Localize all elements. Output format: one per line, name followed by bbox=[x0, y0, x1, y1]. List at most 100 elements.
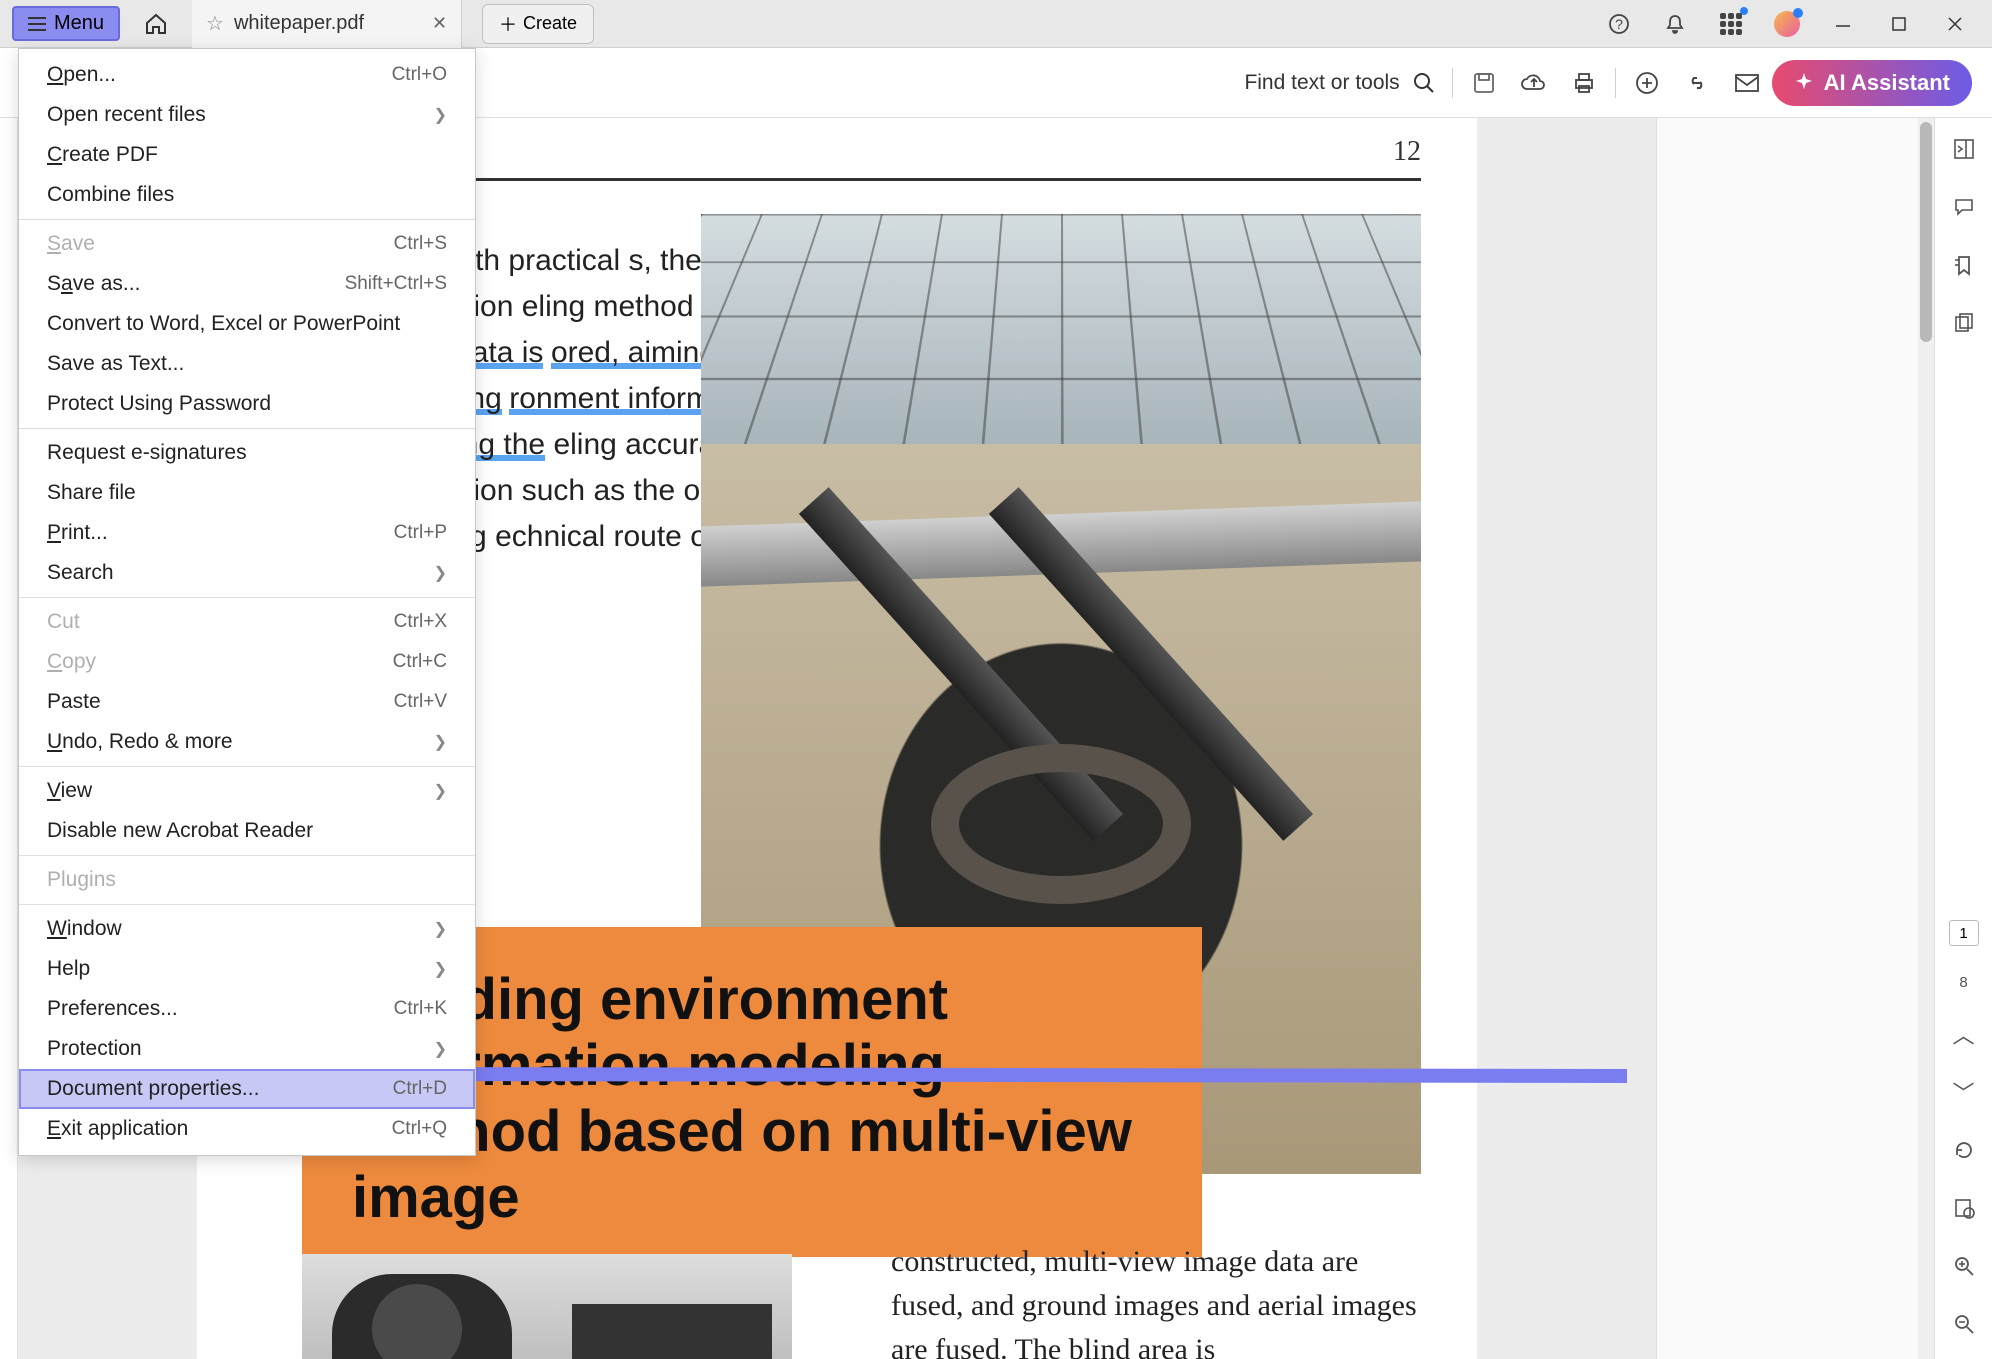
menu-item-save-as[interactable]: Save as...Shift+Ctrl+S bbox=[19, 264, 475, 304]
menu-button[interactable]: Menu bbox=[12, 6, 120, 41]
create-button[interactable]: ＋ Create bbox=[482, 4, 594, 44]
ai-assistant-button[interactable]: AI Assistant bbox=[1772, 60, 1972, 106]
print-icon[interactable] bbox=[1569, 68, 1599, 98]
menu-item-protect-using-password[interactable]: Protect Using Password bbox=[19, 384, 475, 424]
menu-item-share-file[interactable]: Share file bbox=[19, 473, 475, 513]
save-icon[interactable] bbox=[1469, 68, 1499, 98]
menu-item-cut: CutCtrl+X bbox=[19, 602, 475, 642]
menu-item-label: Paste bbox=[47, 690, 101, 714]
tab-title: whitepaper.pdf bbox=[234, 12, 422, 35]
menu-item-label: Save as Text... bbox=[47, 352, 184, 376]
rotate-icon[interactable] bbox=[1949, 1135, 1979, 1165]
menu-separator bbox=[19, 855, 475, 856]
menu-item-label: Request e-signatures bbox=[47, 441, 247, 465]
menu-item-print[interactable]: Print...Ctrl+P bbox=[19, 513, 475, 553]
fit-width-icon[interactable] bbox=[1949, 1193, 1979, 1223]
account-avatar-icon[interactable] bbox=[1774, 11, 1800, 37]
menu-item-help[interactable]: Help❯ bbox=[19, 949, 475, 989]
menu-item-label: Share file bbox=[47, 481, 136, 505]
link-icon[interactable] bbox=[1682, 68, 1712, 98]
notification-bell-icon[interactable] bbox=[1662, 11, 1688, 37]
menu-separator bbox=[19, 766, 475, 767]
menu-item-open[interactable]: Open...Ctrl+O bbox=[19, 55, 475, 95]
tab-close-button[interactable]: ✕ bbox=[432, 13, 447, 34]
help-icon[interactable]: ? bbox=[1606, 11, 1632, 37]
menu-item-label: Print... bbox=[47, 521, 108, 545]
email-icon[interactable] bbox=[1732, 68, 1762, 98]
menu-shortcut: Ctrl+V bbox=[394, 691, 447, 713]
bookmark-icon[interactable] bbox=[1949, 250, 1979, 280]
star-icon[interactable]: ☆ bbox=[206, 11, 224, 36]
menu-item-undo-redo-more[interactable]: Undo, Redo & more❯ bbox=[19, 722, 475, 762]
menu-item-open-recent-files[interactable]: Open recent files❯ bbox=[19, 95, 475, 135]
menu-item-create-pdf[interactable]: Create PDF bbox=[19, 135, 475, 175]
page-down-icon[interactable]: ﹀ bbox=[1949, 1077, 1979, 1107]
chevron-right-icon: ❯ bbox=[434, 781, 447, 801]
scrollbar-thumb[interactable] bbox=[1920, 122, 1932, 342]
menu-item-save-as-text[interactable]: Save as Text... bbox=[19, 344, 475, 384]
menu-item-request-e-signatures[interactable]: Request e-signatures bbox=[19, 433, 475, 473]
menu-shortcut: Ctrl+S bbox=[394, 233, 447, 255]
annotation-arrow bbox=[377, 1056, 1637, 1096]
menu-item-label: Help bbox=[47, 957, 90, 981]
separator bbox=[1615, 68, 1616, 98]
right-tool-rail: 1 8 ︿ ﹀ bbox=[1934, 118, 1992, 1359]
cloud-upload-icon[interactable] bbox=[1519, 68, 1549, 98]
menu-button-label: Menu bbox=[54, 12, 104, 35]
menu-item-disable-new-acrobat-reader[interactable]: Disable new Acrobat Reader bbox=[19, 811, 475, 851]
create-label: Create bbox=[523, 13, 577, 34]
plus-icon: ＋ bbox=[499, 11, 517, 37]
current-page-input[interactable]: 1 bbox=[1949, 920, 1979, 946]
menu-item-preferences[interactable]: Preferences...Ctrl+K bbox=[19, 989, 475, 1029]
side-panel bbox=[1656, 118, 1918, 1359]
menu-item-document-properties[interactable]: Document properties...Ctrl+D bbox=[19, 1069, 475, 1109]
panel-toggle-icon[interactable] bbox=[1949, 134, 1979, 164]
chevron-right-icon: ❯ bbox=[434, 732, 447, 752]
sparkle-icon bbox=[1794, 73, 1814, 93]
page-up-icon[interactable]: ︿ bbox=[1949, 1019, 1979, 1049]
document-tab[interactable]: ☆ whitepaper.pdf ✕ bbox=[192, 0, 462, 48]
menu-item-combine-files[interactable]: Combine files bbox=[19, 175, 475, 215]
menu-item-search[interactable]: Search❯ bbox=[19, 553, 475, 593]
total-pages: 8 bbox=[1959, 974, 1967, 991]
zoom-out-icon[interactable] bbox=[1949, 1309, 1979, 1339]
chevron-right-icon: ❯ bbox=[434, 919, 447, 939]
menu-item-convert-to-word-excel-or-powerpoint[interactable]: Convert to Word, Excel or PowerPoint bbox=[19, 304, 475, 344]
search-icon[interactable] bbox=[1412, 71, 1436, 95]
menu-item-label: View bbox=[47, 779, 92, 803]
pages-icon[interactable] bbox=[1949, 308, 1979, 338]
menu-item-window[interactable]: Window❯ bbox=[19, 909, 475, 949]
menu-shortcut: Ctrl+C bbox=[393, 651, 447, 673]
menu-item-label: Convert to Word, Excel or PowerPoint bbox=[47, 312, 400, 336]
vertical-scrollbar[interactable] bbox=[1918, 118, 1934, 1359]
menu-separator bbox=[19, 597, 475, 598]
home-button[interactable] bbox=[136, 4, 176, 44]
menu-item-view[interactable]: View ❯ bbox=[19, 771, 475, 811]
lower-paragraph: constructed, multi-view image data are f… bbox=[891, 1240, 1421, 1359]
zoom-in-icon[interactable] bbox=[1949, 1251, 1979, 1281]
menu-item-label: Plugins bbox=[47, 868, 116, 892]
menu-shortcut: Ctrl+X bbox=[394, 611, 447, 633]
close-window-icon[interactable] bbox=[1942, 11, 1968, 37]
menu-shortcut: Shift+Ctrl+S bbox=[345, 273, 447, 295]
menu-item-paste[interactable]: Paste Ctrl+V bbox=[19, 682, 475, 722]
svg-text:?: ? bbox=[1615, 16, 1623, 32]
share-people-icon[interactable] bbox=[1632, 68, 1662, 98]
minimize-icon[interactable] bbox=[1830, 11, 1856, 37]
menu-item-label: Protect Using Password bbox=[47, 392, 271, 416]
menu-item-exit-application[interactable]: Exit applicationCtrl+Q bbox=[19, 1109, 475, 1149]
find-tools[interactable]: Find text or tools bbox=[1244, 71, 1435, 95]
window-controls: ? bbox=[1606, 11, 1992, 37]
maximize-icon[interactable] bbox=[1886, 11, 1912, 37]
apps-icon[interactable] bbox=[1718, 11, 1744, 37]
menu-item-protection[interactable]: Protection❯ bbox=[19, 1029, 475, 1069]
comment-icon[interactable] bbox=[1949, 192, 1979, 222]
menu-item-plugins: Plugins bbox=[19, 860, 475, 900]
menu-item-label: Copy bbox=[47, 650, 96, 674]
chevron-right-icon: ❯ bbox=[434, 105, 447, 125]
titlebar: Menu ☆ whitepaper.pdf ✕ ＋ Create ? bbox=[0, 0, 1992, 48]
menu-item-label: Protection bbox=[47, 1037, 142, 1061]
menu-item-label: Save bbox=[47, 232, 95, 256]
menu-shortcut: Ctrl+D bbox=[393, 1078, 447, 1100]
menu-item-label: Disable new Acrobat Reader bbox=[47, 819, 313, 843]
